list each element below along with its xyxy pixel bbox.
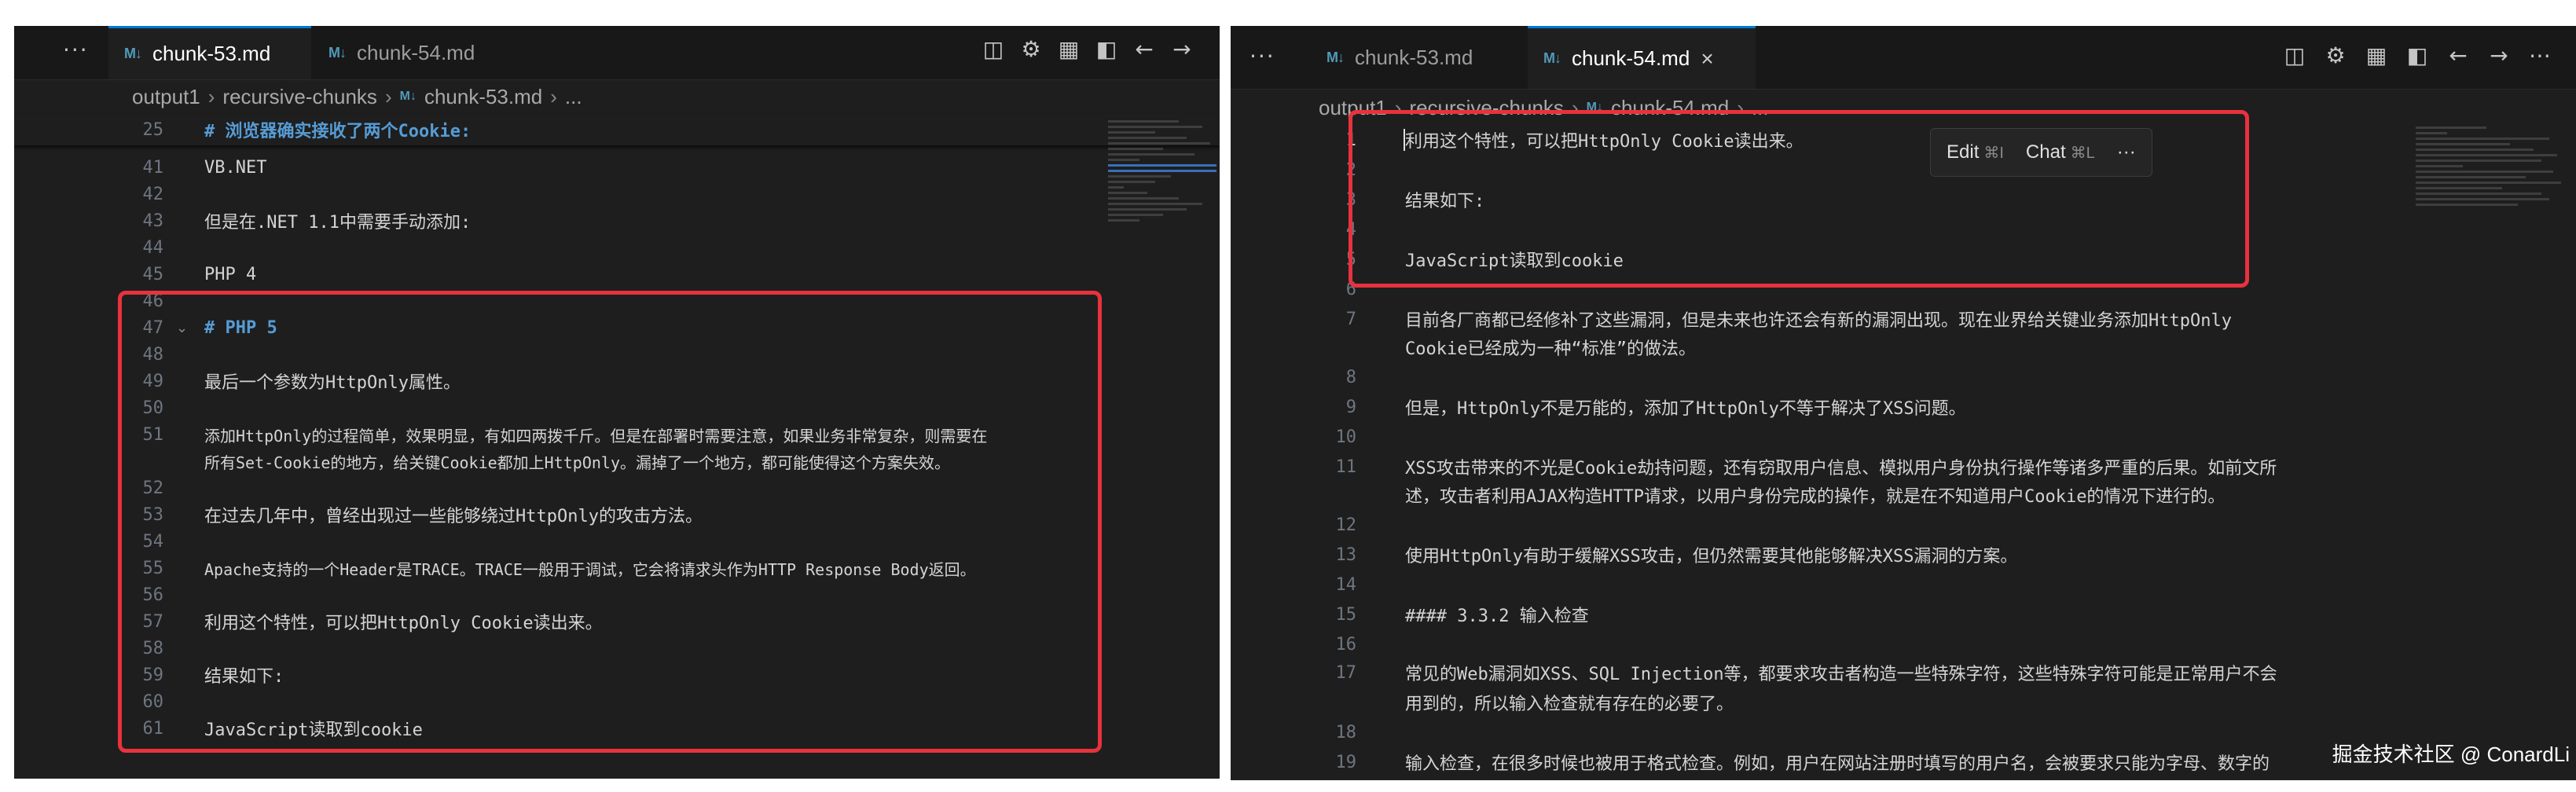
code-line: 用到的，所以输入检查就有存在的必要了。 (1405, 695, 1734, 714)
breadcrumb: output1 › recursive-chunks › M↓ chunk-53… (132, 79, 582, 114)
line-number: 16 (1335, 634, 1357, 654)
code-line: 常见的Web漏洞如XSS、SQL Injection等，都要求攻击者构造一些特殊… (1405, 665, 2277, 684)
code-line: 目前各厂商都已经修补了这些漏洞，但是未来也许还会有新的漏洞出现。现在业界给关键业… (1405, 311, 2232, 331)
breadcrumb-item[interactable]: recursive-chunks (222, 85, 377, 109)
tab-bar: ··· M↓ chunk-53.md M↓ chunk-54.md × ◫ ⚙ … (1231, 26, 2576, 90)
line-number: 41 (142, 157, 164, 178)
markdown-icon: M↓ (1543, 50, 1561, 66)
code-line: VB.NET (204, 157, 267, 178)
chevron-right-icon: › (550, 84, 557, 108)
layout-icon[interactable]: ▦ (1058, 36, 1080, 62)
line-number: 3 (1345, 189, 1356, 210)
minimap[interactable] (2416, 126, 2565, 780)
watermark: 掘金技术社区 @ ConardLi (2332, 742, 2570, 766)
line-number: 8 (1345, 367, 1356, 387)
arrow-left-icon[interactable]: ← (2447, 42, 2469, 68)
sticky-scroll-header[interactable]: 25 # 浏览器确实接收了两个Cookie: (14, 114, 1220, 145)
arrow-right-icon[interactable]: → (2488, 42, 2510, 68)
line-number: 5 (1345, 249, 1356, 270)
line-number: 6 (1345, 279, 1356, 299)
code-line: # 浏览器确实接收了两个Cookie: (204, 122, 472, 141)
line-number: 4 (1345, 219, 1356, 240)
layout-icon[interactable]: ▦ (2365, 42, 2387, 68)
more-actions-icon[interactable]: ··· (1249, 43, 1275, 69)
highlight-box (1349, 110, 2249, 288)
code-line: Cookie已经成为一种“标准”的做法。 (1405, 339, 1696, 359)
code-line: 但是在.NET 1.1中需要手动添加: (204, 213, 472, 233)
markdown-icon: M↓ (124, 46, 142, 61)
line-number: 7 (1345, 309, 1356, 329)
code-line: 述，攻击者利用AJAX构造HTTP请求，以用户身份完成的操作，就是在不知道用户C… (1405, 487, 2226, 507)
code-line: PHP 4 (204, 264, 257, 284)
split-editor-icon[interactable]: ◧ (1095, 36, 1117, 62)
open-preview-icon[interactable]: ◫ (2284, 42, 2306, 68)
line-number: 11 (1335, 456, 1357, 477)
code-line: XSS攻击带来的不光是Cookie劫持问题，还有窃取用户信息、模拟用户身份执行操… (1405, 459, 2277, 478)
code-line: #### 3.3.2 输入检查 (1405, 607, 1589, 626)
more-actions-icon[interactable]: ⋯ (2529, 42, 2551, 68)
arrow-left-icon[interactable]: ← (1133, 36, 1155, 62)
line-number: 43 (142, 211, 164, 231)
line-number: 19 (1335, 752, 1357, 772)
markdown-icon: M↓ (399, 90, 416, 103)
markdown-icon: M↓ (1327, 49, 1345, 65)
close-icon[interactable]: × (1701, 46, 1713, 72)
line-number: 14 (1335, 574, 1357, 595)
settings-gear-icon[interactable]: ⚙ (2325, 42, 2347, 68)
tab-bar: ··· M↓ chunk-53.md M↓ chunk-54.md ◫ ⚙ ▦ … (14, 26, 1220, 80)
chevron-right-icon: › (384, 84, 392, 108)
line-number: 17 (1335, 662, 1357, 683)
tab-chunk-53[interactable]: M↓ chunk-53.md (108, 26, 311, 79)
tab-label: chunk-54.md (1572, 46, 1690, 70)
line-number: 15 (1335, 604, 1357, 625)
arrow-right-icon[interactable]: → (1171, 36, 1193, 62)
tab-chunk-54[interactable]: M↓ chunk-54.md × (1528, 26, 1756, 89)
open-preview-icon[interactable]: ◫ (982, 36, 1004, 62)
line-number: 9 (1345, 397, 1356, 417)
line-number: 1 (1345, 130, 1356, 150)
line-number: 42 (142, 184, 164, 204)
line-number: 13 (1335, 544, 1357, 565)
breadcrumb-item[interactable]: chunk-53.md (424, 85, 542, 109)
settings-gear-icon[interactable]: ⚙ (1020, 36, 1042, 62)
tab-label: chunk-54.md (357, 40, 475, 64)
breadcrumb-item[interactable]: output1 (132, 85, 200, 109)
code-line: 使用HttpOnly有助于缓解XSS攻击，但仍然需要其他能够解决XSS漏洞的方案… (1405, 547, 2018, 566)
highlight-box (118, 291, 1102, 753)
minimap[interactable] (1108, 120, 1218, 779)
code-line: 但是，HttpOnly不是万能的，添加了HttpOnly不等于解决了XSS问题。 (1405, 399, 1966, 419)
markdown-icon: M↓ (328, 44, 347, 60)
tab-chunk-54[interactable]: M↓ chunk-54.md (313, 26, 516, 79)
line-number: 45 (142, 264, 164, 284)
line-number: 10 (1335, 427, 1357, 447)
line-number: 25 (142, 119, 164, 140)
breadcrumb-item[interactable]: ... (565, 85, 582, 109)
line-number: 12 (1335, 515, 1357, 535)
code-line: 输入检查，在很多时候也被用于格式检查。例如，用户在网站注册时填写的用户名，会被要… (1405, 754, 2270, 774)
line-number: 44 (142, 237, 164, 258)
tab-label: chunk-53.md (152, 42, 271, 65)
tab-label: chunk-53.md (1355, 45, 1473, 69)
chevron-right-icon: › (207, 84, 215, 108)
more-actions-icon[interactable]: ··· (63, 37, 89, 63)
line-number: 18 (1335, 722, 1357, 742)
tab-chunk-53[interactable]: M↓ chunk-53.md (1311, 26, 1523, 89)
split-editor-icon[interactable]: ◧ (2406, 42, 2428, 68)
line-number: 2 (1345, 160, 1356, 180)
